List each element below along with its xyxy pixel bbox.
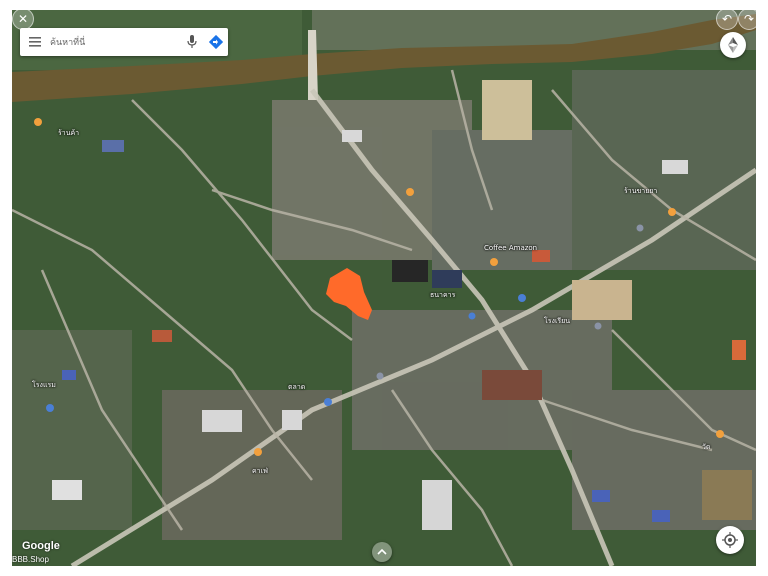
attribution: BBB.Shop — [12, 555, 49, 564]
poi-pin — [376, 372, 384, 380]
satellite-map[interactable] — [12, 10, 756, 566]
poi-pin — [490, 258, 498, 266]
back-button[interactable]: ↶ — [716, 8, 738, 30]
poi-pin — [34, 118, 42, 126]
close-button[interactable]: ✕ — [12, 8, 34, 30]
poi-label-coffee: Coffee Amazon — [484, 244, 538, 252]
search-bar[interactable]: ค้นหาที่นี่ — [20, 28, 228, 56]
directions-icon[interactable] — [204, 28, 228, 56]
poi-pin — [254, 448, 262, 456]
bank-pin — [468, 312, 476, 320]
forward-button[interactable]: ↷ — [738, 8, 760, 30]
menu-icon[interactable] — [20, 28, 50, 56]
map-frame: Coffee Amazon ร้านขายยา ธนาคาร โรงเรียน … — [12, 10, 756, 566]
search-input[interactable]: ค้นหาที่นี่ — [50, 35, 180, 49]
poi-label-shop: ร้านค้า — [58, 129, 80, 137]
poi-pin — [716, 430, 724, 438]
compass-icon — [728, 37, 738, 53]
poi-label-wat: วัด — [702, 443, 711, 451]
bank-pin — [46, 404, 54, 412]
poi-pin — [636, 224, 644, 232]
mic-icon[interactable] — [180, 28, 204, 56]
poi-pin — [594, 322, 602, 330]
close-icon: ✕ — [17, 12, 29, 26]
bank-pin — [518, 294, 526, 302]
poi-label-market: ตลาด — [288, 383, 306, 391]
my-location-button[interactable] — [716, 526, 744, 554]
chevron-up-icon — [377, 548, 387, 555]
poi-label-hotel: โรงแรม — [32, 381, 56, 389]
back-icon: ↶ — [721, 12, 733, 26]
bank-pin — [324, 398, 332, 406]
poi-label-cafe: คาเฟ่ — [252, 467, 268, 475]
forward-icon: ↷ — [743, 12, 755, 26]
poi-label-school: โรงเรียน — [544, 317, 570, 325]
my-location-icon — [722, 532, 738, 548]
expand-button[interactable] — [372, 542, 392, 562]
compass-button[interactable] — [720, 32, 746, 58]
google-logo: Google — [22, 540, 60, 552]
poi-pin — [668, 208, 676, 216]
poi-pin — [406, 188, 414, 196]
poi-label-bank: ธนาคาร — [430, 291, 456, 299]
poi-label-pharmacy: ร้านขายยา — [624, 187, 658, 195]
